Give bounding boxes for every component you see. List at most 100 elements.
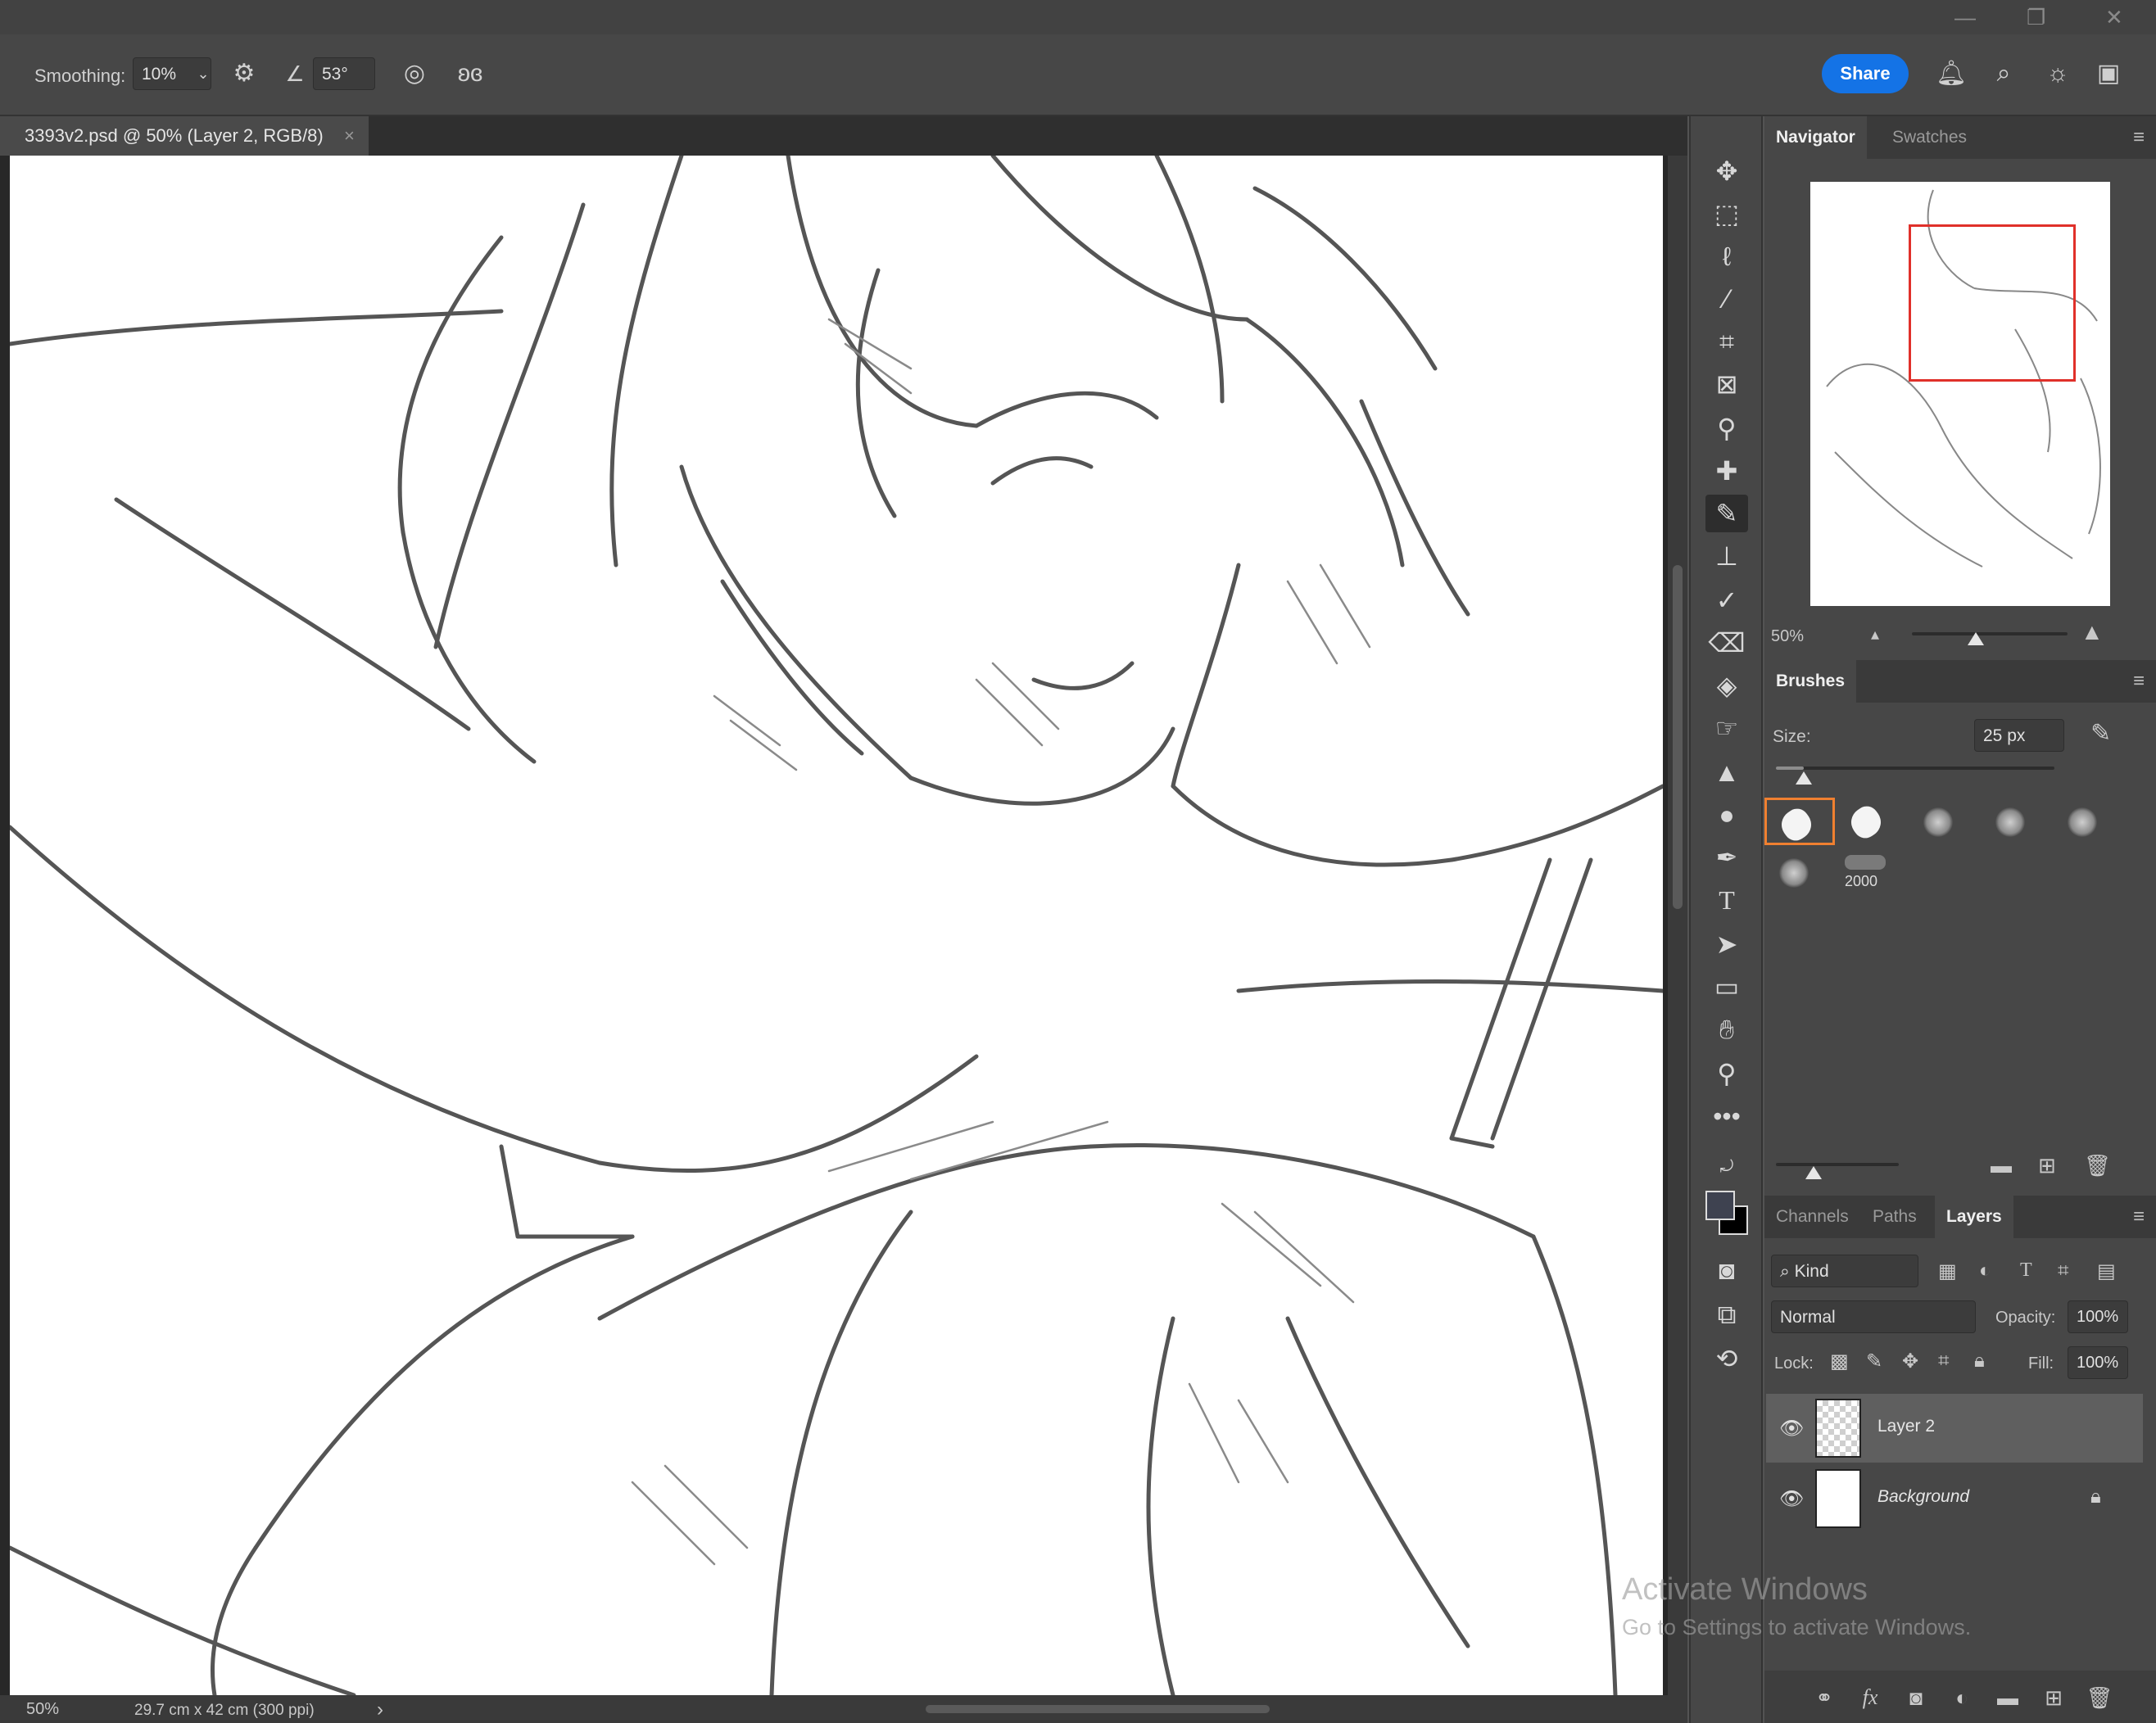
new-group-icon[interactable]: ▬: [1994, 1684, 2022, 1712]
add-mask-icon[interactable]: ◙: [1902, 1684, 1930, 1712]
sharpen-icon[interactable]: ▲: [1705, 753, 1748, 791]
fill-field[interactable]: 100%: [2068, 1346, 2128, 1379]
brush-size-slider[interactable]: [1776, 767, 2054, 770]
filter-adjustment-icon[interactable]: ◐: [1979, 1259, 1991, 1282]
opacity-field[interactable]: 100%: [2068, 1300, 2128, 1333]
new-layer-icon[interactable]: ⊞: [2040, 1684, 2068, 1712]
close-tab-icon[interactable]: ×: [344, 116, 355, 156]
panel-menu-icon[interactable]: ≡: [2133, 126, 2145, 149]
tab-layers[interactable]: Layers: [1935, 1196, 2013, 1238]
new-preset-icon[interactable]: ⊞: [2038, 1153, 2056, 1178]
layers-menu-icon[interactable]: ≡: [2133, 1205, 2145, 1228]
navigator-view-box[interactable]: [1909, 224, 2076, 382]
horizontal-scroll-thumb[interactable]: [926, 1705, 1270, 1713]
rectangle-icon[interactable]: ▭: [1705, 968, 1748, 1006]
delete-layer-icon[interactable]: 🗑︎: [2086, 1684, 2113, 1712]
share-button[interactable]: Share: [1822, 54, 1909, 93]
type-icon[interactable]: T: [1705, 881, 1748, 919]
navigator-zoom-knob[interactable]: [1968, 632, 1984, 645]
brush-settings-icon[interactable]: ✎: [2090, 719, 2111, 748]
path-selection-icon[interactable]: ➤: [1705, 925, 1748, 963]
marquee-icon[interactable]: ⬚: [1705, 195, 1748, 233]
canvas-artboard[interactable]: [10, 156, 1663, 1695]
pressure-icon[interactable]: ◎: [396, 56, 433, 92]
frame-icon[interactable]: ⊠: [1705, 365, 1748, 403]
eraser-icon[interactable]: ⌫: [1705, 624, 1748, 662]
folder-icon[interactable]: ▬: [1991, 1153, 2012, 1178]
link-layers-icon[interactable]: ⚭: [1810, 1684, 1838, 1712]
smudge-icon[interactable]: ☞: [1705, 709, 1748, 747]
lightbulb-icon[interactable]: ☼: [2040, 56, 2076, 92]
filter-smart-object-icon[interactable]: ▤: [2097, 1259, 2116, 1283]
eyedropper-icon[interactable]: ⚲: [1705, 409, 1748, 447]
angle-field[interactable]: 53°: [313, 57, 375, 90]
brush-size-field[interactable]: 25 px: [1974, 719, 2064, 752]
lock-position-icon[interactable]: ✥: [1902, 1350, 1918, 1373]
lock-artboard-icon[interactable]: ⌗: [1938, 1350, 1950, 1373]
lock-transparent-icon[interactable]: ▩: [1830, 1350, 1849, 1373]
filter-shape-icon[interactable]: ⌗: [2058, 1259, 2069, 1282]
close-window-button[interactable]: ✕: [2105, 5, 2123, 30]
brush-preset-hard-oval[interactable]: [1837, 798, 1907, 845]
hand-icon[interactable]: ✋︎: [1705, 1011, 1748, 1048]
brush-preset-soft-2[interactable]: [1981, 798, 2051, 845]
tab-channels[interactable]: Channels: [1764, 1196, 1860, 1238]
tab-navigator[interactable]: Navigator: [1764, 116, 1867, 159]
brush-preset-soft-1[interactable]: [1909, 798, 1979, 845]
vertical-scrollbar[interactable]: [1668, 156, 1687, 1695]
paint-bucket-icon[interactable]: ◈: [1705, 667, 1748, 704]
content-aware-icon[interactable]: ⟲: [1705, 1340, 1748, 1377]
scroll-thumb[interactable]: [1673, 565, 1683, 909]
brush-preview-knob[interactable]: [1805, 1166, 1822, 1179]
layer-row-layer-2[interactable]: 👁︎ Layer 2: [1766, 1394, 2143, 1463]
dodge-icon[interactable]: ●: [1705, 796, 1748, 834]
layer-name[interactable]: Layer 2: [1877, 1417, 1935, 1436]
navigator-preview[interactable]: [1810, 182, 2110, 606]
brush-preset-hard-round[interactable]: [1764, 798, 1835, 846]
tab-brushes[interactable]: Brushes: [1764, 660, 1857, 703]
document-tab[interactable]: 3393v2.psd @ 50% (Layer 2, RGB/8) ×: [0, 116, 369, 156]
healing-brush-icon[interactable]: ✚: [1705, 452, 1748, 490]
clone-stamp-icon[interactable]: ⊥: [1705, 537, 1748, 575]
brush-icon[interactable]: ✎: [1705, 495, 1748, 532]
lasso-icon[interactable]: ℓ: [1705, 237, 1748, 275]
crop-icon[interactable]: ⌗: [1705, 323, 1748, 360]
blend-mode-select[interactable]: Normal: [1771, 1300, 1976, 1333]
brush-preview-slider[interactable]: [1776, 1163, 1899, 1166]
zoom-readout[interactable]: 50%: [26, 1700, 59, 1719]
foreground-color-swatch[interactable]: [1705, 1191, 1735, 1220]
eye-icon[interactable]: 👁︎: [1779, 1417, 1804, 1440]
zoom-icon[interactable]: ⚲: [1705, 1055, 1748, 1092]
magic-wand-icon[interactable]: ⁄: [1705, 280, 1748, 318]
pen-icon[interactable]: ✒: [1705, 839, 1748, 876]
layer-name[interactable]: Background: [1877, 1487, 1969, 1507]
swap-colors-icon[interactable]: ⤾: [1705, 1148, 1748, 1186]
lock-pixels-icon[interactable]: ✎: [1866, 1350, 1882, 1373]
search-icon[interactable]: ⌕: [1986, 56, 2022, 92]
canvas-area[interactable]: [0, 156, 1671, 1695]
filter-type-icon[interactable]: T: [2020, 1259, 2032, 1282]
history-brush-icon[interactable]: ✓: [1705, 581, 1748, 619]
zoom-in-icon[interactable]: ▲: [2081, 619, 2104, 645]
chevron-down-icon[interactable]: ⌄: [185, 56, 221, 92]
tab-paths[interactable]: Paths: [1861, 1196, 1928, 1238]
eye-icon[interactable]: 👁︎: [1779, 1487, 1804, 1510]
brush-size-knob[interactable]: [1796, 771, 1812, 785]
zoom-out-icon[interactable]: ▴: [1871, 624, 1879, 644]
bell-icon[interactable]: 🔔︎: [1933, 56, 1969, 92]
adjustment-layer-icon[interactable]: ◐: [1948, 1684, 1976, 1712]
workspace-icon[interactable]: ▣: [2090, 56, 2127, 92]
brush-preset-soft-4[interactable]: [1764, 848, 1835, 896]
trash-icon[interactable]: 🗑︎: [2084, 1153, 2111, 1178]
move-icon[interactable]: ✥: [1705, 152, 1748, 190]
gear-icon[interactable]: ⚙: [226, 56, 262, 92]
layer-row-background[interactable]: 👁︎ Background 🔒︎: [1766, 1464, 2143, 1533]
minimize-button[interactable]: —: [1954, 5, 1976, 30]
tab-swatches[interactable]: Swatches: [1881, 116, 1978, 159]
brush-preset-texture[interactable]: 2000: [1837, 848, 1907, 896]
navigator-zoom-slider[interactable]: [1912, 632, 2068, 635]
navigator-zoom[interactable]: 50%: [1771, 627, 1804, 646]
fx-icon[interactable]: fx: [1856, 1684, 1884, 1712]
more-icon[interactable]: •••: [1705, 1097, 1748, 1135]
filter-pixel-icon[interactable]: ▦: [1938, 1259, 1957, 1283]
